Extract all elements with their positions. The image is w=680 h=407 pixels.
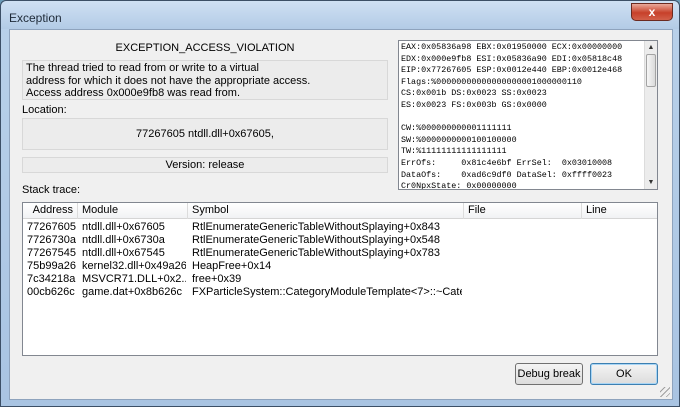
cell-address: 77267605 bbox=[27, 221, 76, 233]
cell-address: 00cb626c bbox=[27, 286, 75, 298]
table-row[interactable]: 77267605 ntdll.dll+0x67605 RtlEnumerateGen… bbox=[23, 221, 657, 234]
exception-dialog: Exception x EXCEPTION_ACCESS_VIOLATION T… bbox=[0, 0, 680, 407]
dialog-body: EXCEPTION_ACCESS_VIOLATION The thread tr… bbox=[9, 29, 673, 400]
exception-message: The thread tried to read from or write t… bbox=[22, 60, 388, 100]
table-row[interactable]: 7c34218a MSVCR71.DLL+0x2... free+0x39 bbox=[23, 273, 657, 286]
cell-module: ntdll.dll+0x6730a bbox=[82, 234, 165, 246]
stack-trace-table[interactable]: Address Module Symbol File Line 77267605… bbox=[22, 202, 658, 356]
message-line: address for which it does not have the a… bbox=[26, 74, 311, 87]
cell-module: kernel32.dll+0x49a26 bbox=[82, 260, 186, 272]
register-line: DataOfs: 0xad6c9df0 DataSel: 0xffff0023 bbox=[401, 169, 613, 180]
register-line: ErrOfs: 0x81c4e6bf ErrSel: 0x03010008 bbox=[401, 157, 613, 168]
table-row[interactable]: 00cb626c game.dat+0x8b626c FXParticleSyste… bbox=[23, 286, 657, 299]
cell-symbol: RtlEnumerateGenericTableWithoutSplaying+… bbox=[192, 221, 440, 233]
message-line: The thread tried to read from or write t… bbox=[26, 62, 259, 74]
register-line: SW:%0000000000100100000 bbox=[401, 134, 517, 145]
table-row[interactable]: 75b99a26 kernel32.dll+0x49a26 HeapFree+0x1… bbox=[23, 260, 657, 273]
version-label: Version: release bbox=[22, 157, 388, 173]
column-header-symbol[interactable]: Symbol bbox=[188, 203, 464, 219]
close-button[interactable]: x bbox=[631, 3, 673, 21]
resize-grip[interactable] bbox=[660, 387, 670, 397]
register-line bbox=[401, 112, 641, 124]
register-line: CS:0x001b DS:0x0023 SS:0x0023 bbox=[401, 88, 547, 99]
column-header-address[interactable]: Address bbox=[23, 203, 78, 219]
cell-symbol: free+0x39 bbox=[192, 273, 242, 285]
table-row[interactable]: 7726730a ntdll.dll+0x6730a RtlEnumerateGen… bbox=[23, 234, 657, 247]
register-line: EAX:0x05836a98 EBX:0x01950000 ECX:0x0000… bbox=[401, 42, 623, 52]
cell-symbol: RtlEnumerateGenericTableWithoutSplaying+… bbox=[192, 234, 440, 246]
cell-module: MSVCR71.DLL+0x2... bbox=[82, 273, 186, 285]
register-line: EDX:0x000e9fb8 ESI:0x05836a90 EDI:0x0581… bbox=[401, 53, 623, 64]
stack-trace-label: Stack trace: bbox=[22, 184, 81, 196]
register-line: TW:%11111111111111111 bbox=[401, 146, 507, 157]
location-value: 77267605 ntdll.dll+0x67605, RtlEnumerate… bbox=[22, 118, 388, 170]
message-line: Access address 0x000e9fb8 was read from. bbox=[26, 87, 241, 99]
exception-name: EXCEPTION_ACCESS_VIOLATION bbox=[115, 42, 295, 54]
location-label: Location: bbox=[22, 104, 67, 116]
cell-symbol: FXParticleSystem::CategoryModuleTemplate… bbox=[192, 286, 462, 298]
table-row[interactable]: 77267545 ntdll.dll+0x67545 RtlEnumerateGen… bbox=[23, 247, 657, 260]
table-header: Address Module Symbol File Line bbox=[23, 203, 657, 219]
scroll-thumb[interactable] bbox=[646, 54, 656, 87]
column-header-module[interactable]: Module bbox=[78, 203, 188, 219]
scroll-down-icon[interactable]: ▼ bbox=[645, 176, 657, 189]
cell-address: 75b99a26 bbox=[27, 260, 76, 272]
cell-module: game.dat+0x8b626c bbox=[82, 286, 182, 298]
cell-module: ntdll.dll+0x67545 bbox=[82, 247, 165, 259]
window-title: Exception bbox=[9, 11, 62, 25]
cell-symbol: RtlEnumerateGenericTableWithoutSplaying+… bbox=[192, 247, 440, 259]
debug-break-button[interactable]: Debug break bbox=[515, 363, 583, 385]
column-header-line[interactable]: Line bbox=[582, 203, 657, 219]
register-line: Cr0NpxState: 0x00000000 bbox=[401, 181, 517, 190]
cell-address: 7726730a bbox=[27, 234, 76, 246]
register-line: CW:%000000000001111111 bbox=[401, 123, 512, 134]
registers-scrollbar[interactable]: ▲ ▼ bbox=[644, 41, 657, 189]
register-line: ES:0x0023 FS:0x003b GS:0x0000 bbox=[401, 99, 547, 110]
registers-textbox[interactable]: EAX:0x05836a98 EBX:0x01950000 ECX:0x0000… bbox=[398, 40, 658, 190]
cell-address: 7c34218a bbox=[27, 273, 76, 285]
register-line: Flags:%00000000000000000001000000110 bbox=[401, 76, 582, 87]
title-bar[interactable]: Exception x bbox=[1, 1, 679, 29]
cell-module: ntdll.dll+0x67605 bbox=[82, 221, 165, 233]
cell-address: 77267545 bbox=[27, 247, 76, 259]
ok-button[interactable]: OK bbox=[590, 363, 658, 385]
cell-symbol: HeapFree+0x14 bbox=[192, 260, 272, 272]
scroll-up-icon[interactable]: ▲ bbox=[645, 41, 657, 54]
register-line: EIP:0x77267605 ESP:0x0012e440 EBP:0x0012… bbox=[401, 65, 623, 76]
registers-text: EAX:0x05836a98 EBX:0x01950000 ECX:0x0000… bbox=[401, 42, 641, 190]
column-header-file[interactable]: File bbox=[464, 203, 582, 219]
